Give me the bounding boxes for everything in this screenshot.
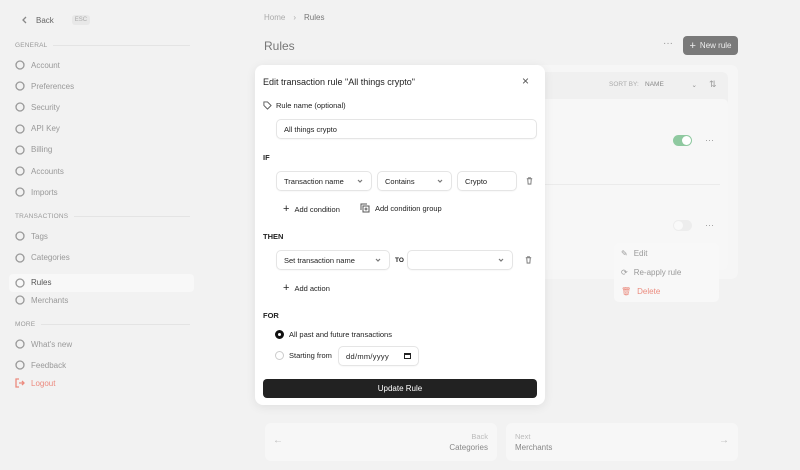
modal-title: Edit transaction rule "All things crypto… xyxy=(263,77,415,87)
sidebar-item-security[interactable]: Security xyxy=(15,102,60,112)
add-action-button[interactable]: +Add action xyxy=(283,282,330,294)
chevron-left-icon xyxy=(20,15,30,25)
delete-action-icon[interactable] xyxy=(524,255,533,264)
sidebar-item-whats-new[interactable]: What's new xyxy=(15,339,72,349)
radio-all-transactions[interactable]: All past and future transactions xyxy=(275,330,392,339)
start-date-input[interactable]: dd/mm/yyyy xyxy=(338,346,419,366)
rule-more-button[interactable]: ··· xyxy=(705,135,714,145)
copy-plus-icon xyxy=(360,203,370,213)
menu-delete[interactable]: 🗑Delete xyxy=(621,287,660,296)
sidebar-item-preferences[interactable]: Preferences xyxy=(15,81,74,91)
sidebar-item-billing[interactable]: Billing xyxy=(15,145,52,155)
condition-operator-select[interactable]: Contains xyxy=(377,171,452,191)
breadcrumb: Home › Rules xyxy=(264,13,324,22)
account-icon xyxy=(15,60,25,70)
logout-icon xyxy=(15,378,25,388)
action-field-select[interactable]: Set transaction name xyxy=(276,250,390,270)
chevron-right-icon: › xyxy=(293,13,296,22)
pager-back[interactable]: ← Back Categories xyxy=(265,423,497,461)
accounts-icon xyxy=(15,166,25,176)
chevron-down-icon xyxy=(497,256,505,264)
radio-checked xyxy=(275,330,284,339)
rule-name-input[interactable]: All things crypto xyxy=(276,119,537,139)
new-rule-button[interactable]: +New rule xyxy=(683,36,738,55)
security-icon xyxy=(15,102,25,112)
billing-icon xyxy=(15,145,25,155)
plus-icon: + xyxy=(283,203,289,215)
rule-more-button[interactable]: ··· xyxy=(705,220,714,230)
breadcrumb-home[interactable]: Home xyxy=(264,13,285,22)
arrow-left-icon: ← xyxy=(273,435,283,446)
delete-condition-icon[interactable] xyxy=(525,176,534,185)
then-label: THEN xyxy=(263,232,283,241)
for-label: FOR xyxy=(263,311,279,320)
merchants-icon xyxy=(15,295,25,305)
preferences-icon xyxy=(15,81,25,91)
breadcrumb-current: Rules xyxy=(304,13,324,22)
chevron-down-icon xyxy=(374,256,382,264)
sidebar-item-imports[interactable]: Imports xyxy=(15,187,58,197)
sort-select[interactable]: NAME⌄ xyxy=(645,81,697,89)
plus-icon: + xyxy=(689,40,695,52)
menu-edit[interactable]: ✎Edit xyxy=(621,249,648,258)
context-menu: ✎Edit ⟳Re-apply rule 🗑Delete xyxy=(614,243,719,302)
logout-button[interactable]: Logout xyxy=(15,378,55,388)
sidebar-item-account[interactable]: Account xyxy=(15,60,60,70)
chevron-down-icon xyxy=(356,177,364,185)
feedback-icon xyxy=(15,360,25,370)
condition-field-select[interactable]: Transaction name xyxy=(276,171,372,191)
rules-icon xyxy=(15,278,25,288)
sidebar-item-categories[interactable]: Categories xyxy=(15,253,70,263)
rule-toggle-on[interactable] xyxy=(673,135,692,146)
sidebar-item-merchants[interactable]: Merchants xyxy=(15,295,68,305)
sidebar-item-rules[interactable]: Rules xyxy=(9,274,194,292)
more-options-button[interactable]: ··· xyxy=(663,38,673,49)
page-title: Rules xyxy=(264,39,295,53)
arrow-right-icon: → xyxy=(719,435,729,446)
if-label: IF xyxy=(263,153,270,162)
update-rule-button[interactable]: Update Rule xyxy=(263,379,537,398)
rule-toggle-off[interactable] xyxy=(673,220,692,231)
tag-icon xyxy=(263,101,272,110)
radio-unchecked xyxy=(275,351,284,360)
sidebar-item-feedback[interactable]: Feedback xyxy=(15,360,66,370)
section-more: MORE xyxy=(15,321,190,328)
sort-label: SORT BY: xyxy=(609,81,639,88)
pencil-icon: ✎ xyxy=(621,249,628,258)
calendar-icon xyxy=(404,353,411,359)
whats-new-icon xyxy=(15,339,25,349)
tags-icon xyxy=(15,231,25,241)
api-key-icon xyxy=(15,124,25,134)
imports-icon xyxy=(15,187,25,197)
add-condition-group-button[interactable]: Add condition group xyxy=(360,203,442,213)
sort-direction-button[interactable]: ⇅ xyxy=(709,79,717,90)
chevron-down-icon xyxy=(436,177,444,185)
section-transactions: TRANSACTIONS xyxy=(15,213,190,220)
section-general: GENERAL xyxy=(15,42,190,49)
pager-next[interactable]: Next Merchants → xyxy=(506,423,738,461)
sidebar-item-accounts[interactable]: Accounts xyxy=(15,166,64,176)
chevron-down-icon: ⌄ xyxy=(692,81,697,89)
trash-icon: 🗑 xyxy=(621,287,631,296)
esc-badge: ESC xyxy=(72,15,90,25)
menu-reapply[interactable]: ⟳Re-apply rule xyxy=(621,268,681,277)
rule-name-label: Rule name (optional) xyxy=(263,101,346,110)
sidebar-item-tags[interactable]: Tags xyxy=(15,231,48,241)
plus-icon: + xyxy=(283,282,289,294)
categories-icon xyxy=(15,253,25,263)
back-link[interactable]: Back ESC xyxy=(20,15,90,25)
action-value-select[interactable] xyxy=(407,250,513,270)
sidebar-item-api-key[interactable]: API Key xyxy=(15,124,60,134)
radio-starting-from[interactable]: Starting from xyxy=(275,351,332,360)
add-condition-button[interactable]: +Add condition xyxy=(283,203,340,215)
condition-value-input[interactable]: Crypto xyxy=(457,171,517,191)
refresh-icon: ⟳ xyxy=(621,268,628,277)
close-icon[interactable]: × xyxy=(522,74,529,88)
to-label: TO xyxy=(395,257,404,264)
edit-rule-modal: Edit transaction rule "All things crypto… xyxy=(255,65,545,405)
